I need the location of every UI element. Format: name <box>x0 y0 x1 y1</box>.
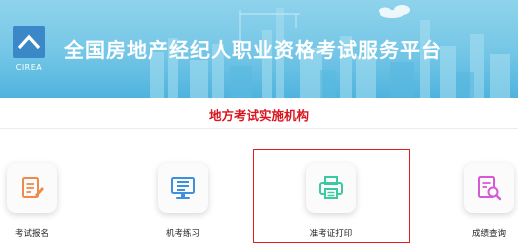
service-tile-exam-registration[interactable]: 考试报名 <box>0 160 65 246</box>
section-divider <box>0 128 518 129</box>
form-edit-icon <box>22 177 44 198</box>
search-document-icon <box>478 176 502 201</box>
service-icon-box <box>7 163 57 213</box>
service-label: 机考练习 <box>165 229 200 239</box>
service-label: 考试报名 <box>14 229 49 239</box>
cirea-logo-icon <box>13 26 45 58</box>
service-tile-score-inquiry[interactable]: 成绩查询 <box>456 160 518 246</box>
computer-icon <box>171 177 195 199</box>
service-tile-computer-practice[interactable]: 机考练习 <box>150 160 216 246</box>
section-title: 地方考试实施机构 <box>208 108 309 123</box>
header-banner: CIREA 全国房地产经纪人职业资格考试服务平台 <box>0 0 518 98</box>
service-icon-box <box>158 163 208 213</box>
site-title: 全国房地产经纪人职业资格考试服务平台 <box>64 38 442 62</box>
service-label: 成绩查询 <box>471 229 506 239</box>
selection-highlight-box <box>253 149 410 243</box>
service-icon-box <box>464 163 514 213</box>
logo-text: CIREA <box>15 63 43 72</box>
cirea-logo <box>13 26 45 62</box>
